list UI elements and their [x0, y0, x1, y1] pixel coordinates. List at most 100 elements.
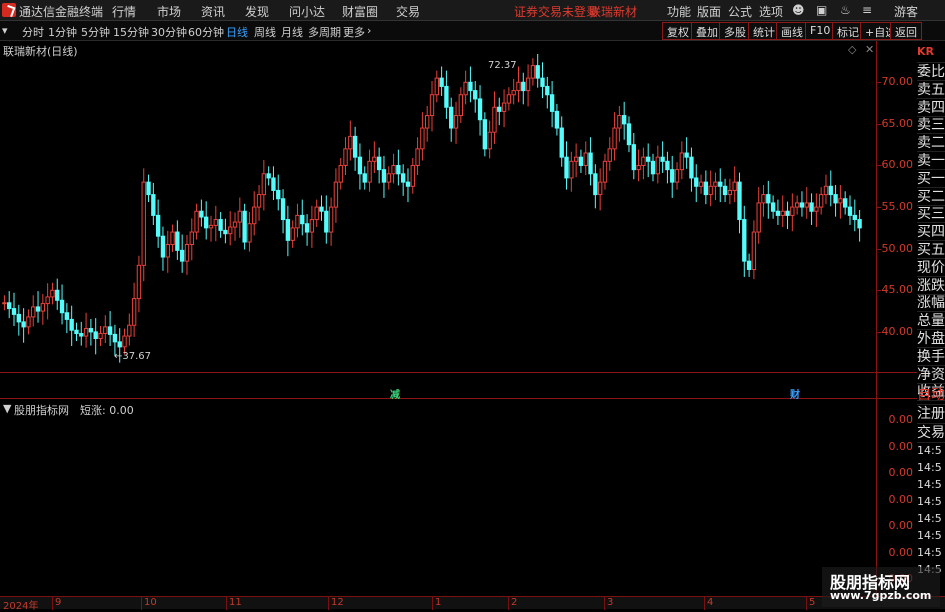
candle-body	[775, 210, 781, 216]
menu-item-caifuquan[interactable]: 财富圈	[342, 3, 378, 20]
menu-item-shichang[interactable]: 市场	[157, 3, 181, 20]
sidebar-action-item[interactable]: 交易	[917, 424, 945, 443]
menu-item-gongneng[interactable]: 功能	[667, 3, 691, 20]
toolbar-huaxian-button[interactable]: 画线	[776, 22, 808, 40]
sidebar-badge: KR	[917, 41, 945, 63]
period-more[interactable]: 更多	[343, 24, 365, 40]
price-tick-mark	[877, 165, 881, 167]
month-separator	[226, 597, 227, 610]
sidebar-action-item[interactable]: 自动	[917, 386, 945, 405]
period-daily[interactable]: 日线	[226, 24, 248, 40]
candle-body	[665, 160, 670, 171]
candle-body	[261, 173, 267, 196]
user-icon[interactable]: ☻	[792, 3, 805, 17]
period-weekly[interactable]: 周线	[254, 24, 276, 40]
candle-body	[21, 321, 26, 328]
candle-body	[492, 106, 497, 133]
guest-label[interactable]: 游客	[894, 3, 918, 20]
sidebar-quote-item: 卖五	[917, 81, 945, 99]
menu-item-faxian[interactable]: 发现	[245, 3, 269, 20]
time-entry: 14:5	[917, 546, 942, 559]
price-tick-label: 55.00	[881, 200, 914, 214]
candle-body	[146, 181, 151, 196]
candle-body	[83, 328, 89, 337]
sidebar-quote-item: 总量	[917, 313, 945, 331]
month-tick-label: 3	[607, 597, 614, 608]
menu-item-xuanxiang[interactable]: 选项	[759, 3, 783, 20]
candle-body	[473, 90, 478, 100]
candle-body	[857, 219, 862, 229]
period-30min[interactable]: 30分钟	[151, 24, 187, 40]
toolbar-dropdown-icon[interactable]: ▾	[2, 24, 8, 37]
screen-icon[interactable]: ▣	[816, 3, 827, 17]
candle-body	[122, 335, 127, 348]
bell-icon[interactable]: ♨	[840, 3, 851, 17]
sidebar-quote-item: 委比	[917, 64, 945, 81]
candle-body	[170, 231, 175, 246]
sidebar-quote-item: 换手	[917, 348, 945, 366]
candle-body	[477, 98, 483, 121]
sidebar-action-item[interactable]: 注册	[917, 405, 945, 424]
candle-body	[545, 85, 550, 96]
menu-item-hangqing[interactable]: 行情	[112, 3, 136, 20]
candle-body	[564, 156, 569, 179]
menu-item-banmian[interactable]: 版面	[697, 3, 721, 20]
candle-body	[252, 206, 257, 225]
menu-icon[interactable]: ≡	[862, 3, 872, 17]
sidebar-quote-item: 现价	[917, 259, 945, 277]
watermark: 股朋指标网 www.7gpzb.com	[822, 567, 940, 607]
candle-body	[646, 156, 651, 162]
month-tick-label: 10	[144, 597, 157, 608]
month-separator	[52, 597, 53, 610]
candle-body	[463, 81, 468, 96]
high-price-label: 72.37	[488, 60, 517, 71]
toolbar-back-button[interactable]: 返回	[890, 22, 922, 40]
candle-body	[809, 202, 814, 212]
period-60min[interactable]: 60分钟	[188, 24, 224, 40]
candle-body	[732, 181, 737, 191]
watermark-line2: www.7gpzb.com	[830, 589, 932, 602]
period-15min[interactable]: 15分钟	[113, 24, 149, 40]
month-separator	[604, 597, 605, 610]
app-title: 通达信金融终端	[19, 5, 104, 19]
menu-item-jiaoyi[interactable]: 交易	[396, 3, 420, 20]
price-tick-mark	[877, 82, 881, 84]
candle-body	[309, 219, 315, 233]
price-tick-label: 70.00	[881, 75, 914, 89]
toolbar-duogu-button[interactable]: 多股	[719, 22, 751, 40]
candle-body	[304, 223, 310, 233]
menu-item-gongshi[interactable]: 公式	[728, 3, 752, 20]
toolbar-fuquan-button[interactable]: 复权	[662, 22, 694, 40]
candle-body	[444, 85, 449, 108]
candle-body	[391, 164, 396, 175]
marker-cai[interactable]: 财	[790, 386, 800, 401]
low-price-label: ←37.67	[114, 351, 151, 362]
candle-body	[160, 235, 166, 258]
sub-chart-toggle-icon[interactable]: ▼	[3, 402, 11, 415]
marker-jian[interactable]: 减	[390, 386, 400, 401]
period-fenshi[interactable]: 分时	[22, 24, 44, 40]
candle-body	[434, 77, 439, 96]
toolbar-f10-button[interactable]: F10	[805, 22, 836, 40]
login-notice[interactable]: 证券交易未登录	[514, 3, 598, 20]
menu-item-wenxiaoda[interactable]: 问小达	[289, 3, 325, 20]
candle-body	[429, 94, 435, 117]
candlestick-chart[interactable]: ←37.67 72.37	[0, 41, 875, 371]
menu-item-zixun[interactable]: 资讯	[201, 3, 225, 20]
candle-body	[333, 181, 339, 208]
period-monthly[interactable]: 月线	[281, 24, 303, 40]
candle-body	[482, 119, 488, 150]
candle-body	[828, 185, 833, 196]
candle-body	[213, 219, 218, 226]
candle-body	[131, 298, 137, 326]
candle-body	[746, 260, 752, 270]
candle-body	[112, 333, 118, 343]
sidebar-quote-item: 买四	[917, 224, 945, 242]
sidebar-quote-item: 卖一	[917, 153, 945, 170]
period-1min[interactable]: 1分钟	[48, 24, 77, 40]
candle-body	[799, 202, 805, 208]
period-multi[interactable]: 多周期	[308, 24, 341, 40]
period-5min[interactable]: 5分钟	[81, 24, 110, 40]
candle-body	[847, 206, 853, 216]
chevron-right-icon[interactable]: ›	[367, 24, 371, 37]
